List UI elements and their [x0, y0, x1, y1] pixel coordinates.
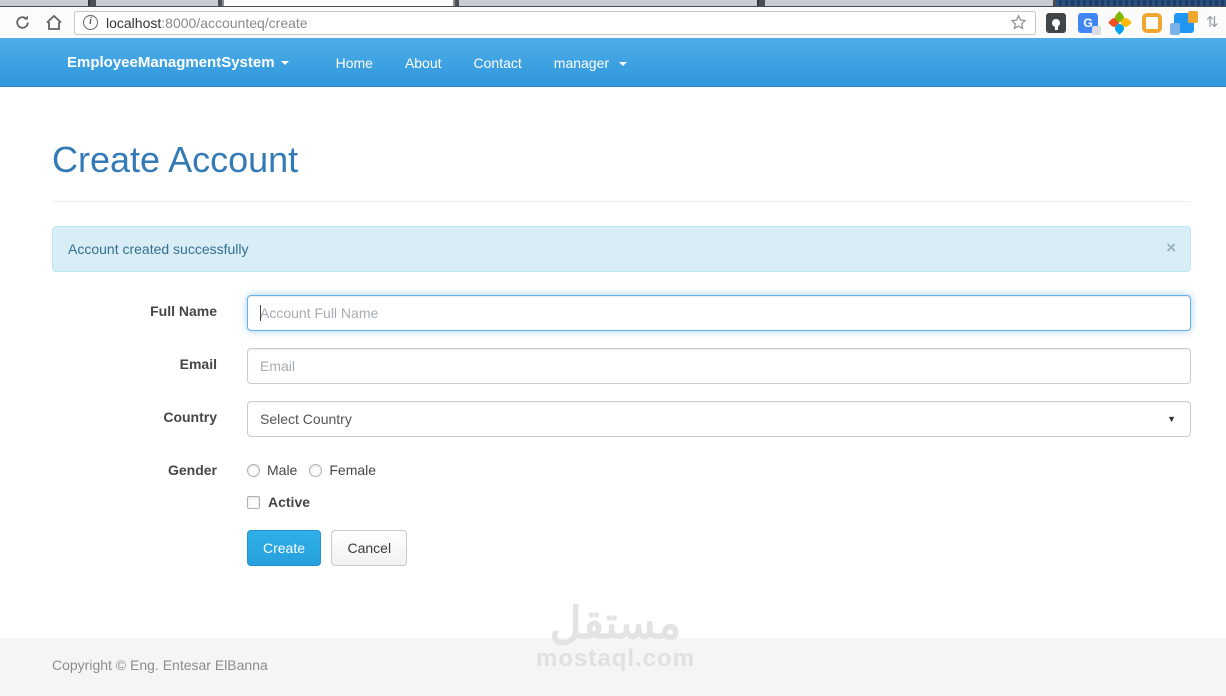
gender-row: Gender Male Female — [52, 454, 1191, 478]
full-name-control — [247, 295, 1191, 331]
reload-glyph — [15, 15, 29, 29]
full-name-input[interactable] — [247, 295, 1191, 331]
browser-tab[interactable] — [1056, 0, 1226, 6]
create-button[interactable]: Create — [247, 530, 322, 566]
browser-tab[interactable] — [0, 0, 90, 6]
address-bar[interactable]: i localhost:8000/accounteq/create — [74, 10, 1036, 35]
bookmark-star-icon[interactable] — [1010, 14, 1027, 31]
url-path: :8000/accounteq/create — [161, 14, 308, 31]
manager-label: manager — [553, 54, 610, 71]
chevron-down-icon — [618, 61, 627, 66]
nav-item-about[interactable]: About — [389, 55, 458, 71]
photos-extension-icon[interactable] — [1108, 10, 1132, 35]
active-label: Active — [268, 494, 311, 510]
active-control: Active — [247, 492, 1191, 510]
gender-male-radio[interactable] — [247, 463, 260, 477]
nav-item-contact[interactable]: Contact — [458, 55, 538, 71]
main-content: Create Account Account created successfu… — [0, 87, 1226, 638]
country-selected-value: Select Country — [260, 411, 352, 427]
header-divider — [52, 201, 1191, 202]
home-glyph — [46, 14, 62, 30]
orange-extension-icon[interactable] — [1142, 12, 1162, 33]
email-row: Email — [52, 348, 1191, 384]
browser-active-tab[interactable] — [222, 0, 455, 6]
country-row: Country Select Country ▼ — [52, 401, 1191, 437]
browser-tab[interactable] — [459, 0, 759, 6]
navbar-brand[interactable]: EmployeeManagmentSystem — [52, 54, 304, 71]
page-footer: Copyright © Eng. Entesar ElBanna — [0, 638, 1226, 696]
country-label: Country — [163, 409, 217, 425]
text-cursor — [260, 305, 261, 321]
browser-tab[interactable] — [96, 0, 218, 6]
page-title: Create Account — [52, 139, 299, 180]
alert-close-icon[interactable]: × — [1166, 239, 1176, 256]
active-checkbox[interactable] — [247, 495, 260, 509]
success-alert: Account created successfully × — [52, 226, 1191, 272]
nav-item-home[interactable]: Home — [320, 55, 389, 71]
chevron-down-icon — [280, 60, 289, 65]
copyright-text: Copyright © Eng. Entesar ElBanna — [52, 657, 268, 673]
reload-icon[interactable] — [10, 11, 34, 35]
docs-extension-icon[interactable] — [1170, 10, 1198, 35]
app-navbar: EmployeeManagmentSystem Home About Conta… — [0, 38, 1226, 87]
browser-tab[interactable] — [765, 0, 1053, 6]
browser-toolbar: i localhost:8000/accounteq/create G ⇅ — [0, 7, 1226, 38]
buttons-row: Create Cancel — [52, 530, 1191, 566]
cancel-button[interactable]: Cancel — [331, 530, 408, 566]
lightbulb-extension-icon[interactable] — [1046, 12, 1066, 33]
buttons-spacer — [52, 530, 217, 566]
browser-tab-strip — [0, 0, 1226, 7]
gender-options: Male Female — [247, 454, 1191, 478]
active-row: Active — [52, 492, 1191, 510]
bulb-glyph — [1052, 18, 1060, 30]
full-name-label: Full Name — [150, 303, 217, 319]
home-icon[interactable] — [42, 11, 66, 35]
create-account-form: Full Name Email Country Select Country ▼… — [52, 295, 1191, 566]
extensions-row: G ⇅ — [1046, 10, 1218, 35]
email-label: Email — [179, 356, 217, 372]
email-input[interactable] — [247, 348, 1191, 384]
gender-female-radio[interactable] — [309, 463, 323, 477]
brand-label: EmployeeManagmentSystem — [67, 54, 275, 71]
star-glyph — [1010, 14, 1027, 30]
buttons-control: Create Cancel — [247, 530, 1191, 566]
gender-male-label: Male — [267, 462, 298, 478]
country-control: Select Country ▼ — [247, 401, 1191, 437]
url-host: localhost — [106, 14, 162, 31]
active-label-spacer — [52, 492, 217, 510]
country-select[interactable]: Select Country ▼ — [247, 401, 1191, 437]
page-info-icon[interactable]: i — [83, 15, 98, 30]
email-control — [247, 348, 1191, 384]
alert-message: Account created successfully — [68, 241, 249, 257]
translate-extension-icon[interactable]: G — [1078, 12, 1101, 35]
select-dropdown-arrow-icon: ▼ — [1167, 414, 1176, 424]
translate-letter: G — [1083, 15, 1093, 30]
url-text: localhost:8000/accounteq/create — [106, 15, 308, 31]
full-name-row: Full Name — [52, 295, 1191, 331]
gender-female-label: Female — [329, 462, 377, 478]
nav-item-manager-dropdown[interactable]: manager — [538, 55, 643, 71]
overflow-extension-icon[interactable]: ⇅ — [1206, 13, 1218, 33]
gender-label: Gender — [167, 462, 217, 478]
